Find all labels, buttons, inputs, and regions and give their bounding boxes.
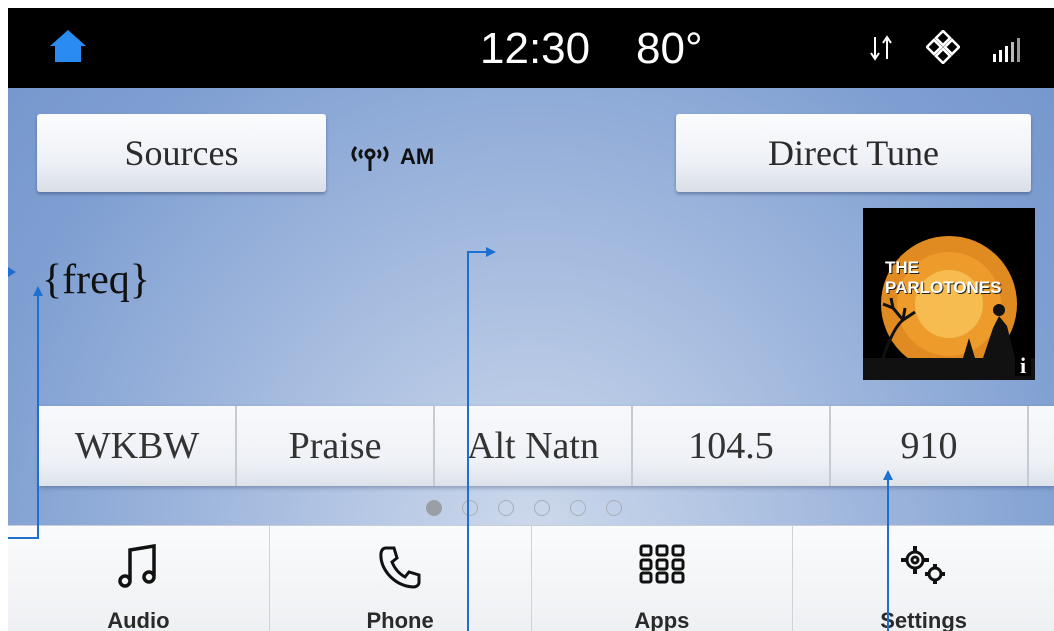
preset-button[interactable]: 910	[831, 406, 1029, 486]
direct-tune-button[interactable]: Direct Tune	[676, 114, 1031, 192]
nav-label: Settings	[880, 608, 968, 631]
status-bar: 12:30 80°	[8, 8, 1054, 88]
band-indicator: AM	[346, 141, 434, 173]
nav-settings[interactable]: Settings	[793, 526, 1054, 631]
preset-button[interactable]: WKBW	[39, 406, 237, 486]
nav-audio[interactable]: Audio	[8, 526, 270, 631]
nav-label: Audio	[107, 608, 170, 631]
band-label: AM	[400, 144, 435, 169]
clock: 12:30	[480, 24, 591, 73]
preset-button[interactable]: 104.5	[633, 406, 831, 486]
info-badge[interactable]: i	[1020, 353, 1026, 379]
page-dot[interactable]	[498, 500, 514, 516]
annotation-arrowhead	[8, 267, 16, 277]
page-dot[interactable]	[606, 500, 622, 516]
gears-icon	[900, 546, 945, 584]
home-icon[interactable]	[48, 28, 88, 64]
frequency-display: {freq}	[42, 257, 150, 303]
page-dot[interactable]	[534, 500, 550, 516]
preset-bar: WKBW Praise Alt Natn 104.5 910	[39, 406, 1054, 486]
climate-icon	[926, 30, 960, 64]
annotation-arrowhead	[486, 247, 496, 257]
page-dot[interactable]	[426, 500, 442, 516]
music-note-icon	[118, 544, 157, 588]
data-transfer-icon	[870, 35, 892, 61]
album-title: THE PARLOTONES	[885, 258, 1002, 297]
temperature: 80°	[636, 24, 703, 73]
preset-button[interactable]: Alt Natn	[435, 406, 633, 486]
infotainment-screen: 12:30 80° Sources AM Direct Tune {freq} …	[8, 8, 1054, 631]
preset-button[interactable]: Praise	[237, 406, 435, 486]
page-dot[interactable]	[570, 500, 586, 516]
nav-label: Apps	[634, 608, 690, 631]
page-dot[interactable]	[462, 500, 478, 516]
bottom-nav: Audio Phone Apps Settings	[8, 525, 1054, 631]
apps-grid-icon	[639, 544, 685, 584]
album-art[interactable]: THE PARLOTONES i	[863, 208, 1035, 380]
sources-button[interactable]: Sources	[37, 114, 326, 192]
page-indicator	[426, 500, 622, 516]
antenna-icon	[351, 146, 389, 171]
nav-phone[interactable]: Phone	[270, 526, 532, 631]
phone-icon	[379, 546, 421, 589]
annotation-line	[8, 290, 39, 539]
nav-apps[interactable]: Apps	[532, 526, 794, 631]
nav-label: Phone	[366, 608, 434, 631]
signal-strength-icon	[993, 38, 1020, 62]
